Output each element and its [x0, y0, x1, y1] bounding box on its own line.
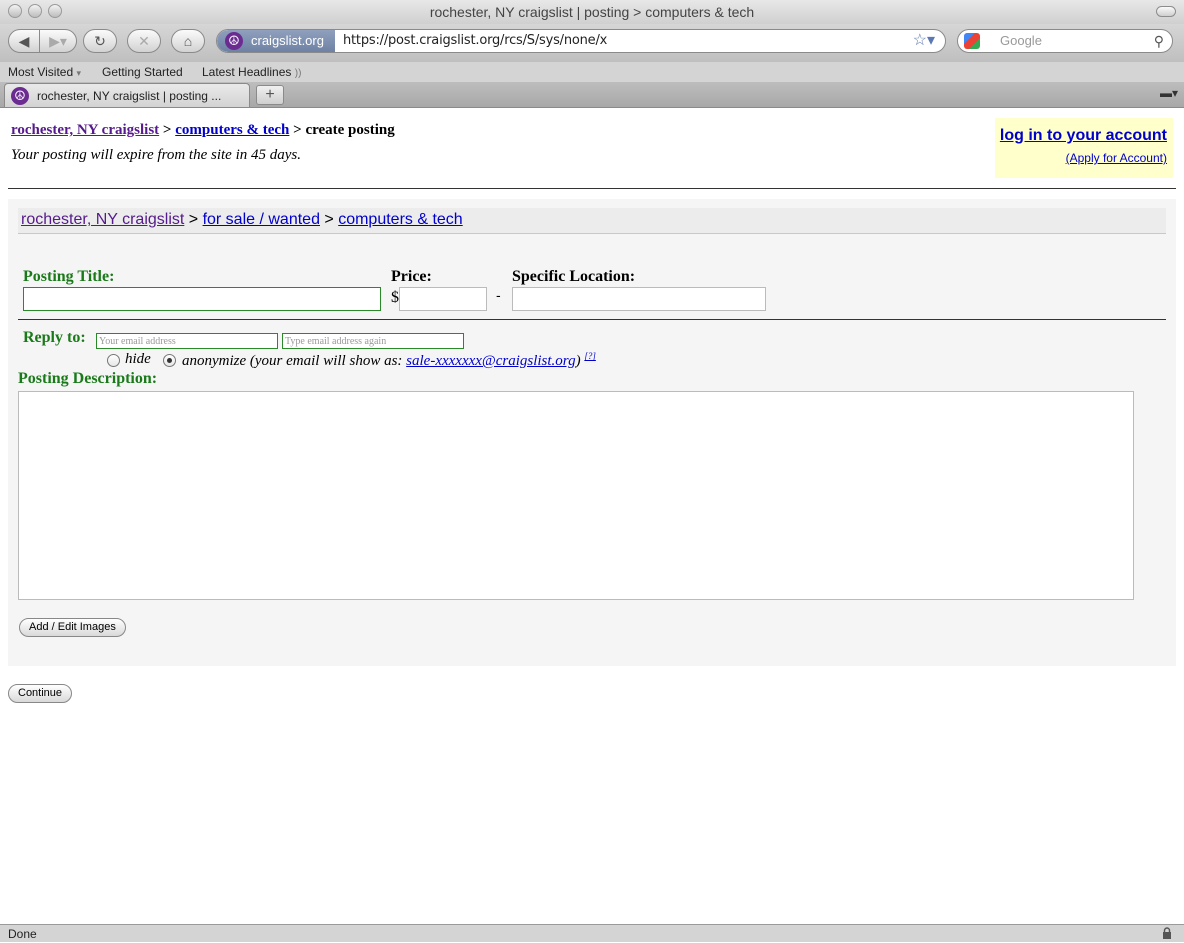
subcrumb-section-link[interactable]: for sale / wanted [203, 211, 320, 228]
account-box: log in to your account (Apply for Accoun… [995, 118, 1173, 178]
bookmark-star-icon[interactable]: ☆▾ [913, 30, 935, 52]
bookmarks-toolbar: Most Visited ▾ Getting Started Latest He… [0, 62, 1184, 82]
bookmark-latest-headlines-label: Latest Headlines [202, 65, 292, 79]
specific-location-input[interactable] [512, 287, 766, 311]
header-divider [8, 188, 1176, 189]
breadcrumb-site-link[interactable]: rochester, NY craigslist [11, 122, 159, 138]
tab-craigslist-posting[interactable]: ☮ rochester, NY craigslist | posting ... [4, 83, 250, 107]
search-placeholder: Google [1000, 33, 1042, 48]
navigation-toolbar: ◀ ▶▾ ↻ ✕ ⌂ ☮ craigslist.org https://post… [0, 24, 1184, 62]
stop-icon: ✕ [138, 33, 150, 49]
email-confirm-field[interactable] [282, 333, 464, 349]
tab-label: rochester, NY craigslist | posting ... [37, 89, 222, 103]
specific-location-label: Specific Location: [512, 268, 636, 285]
tab-strip: ☮ rochester, NY craigslist | posting ...… [0, 82, 1184, 108]
new-tab-button[interactable]: + [256, 85, 284, 105]
anonymize-prefix: anonymize (your email will show as: [182, 353, 407, 369]
anonymize-email-label: anonymize (your email will show as: sale… [182, 351, 596, 370]
home-icon: ⌂ [183, 33, 193, 49]
expiration-note: Your posting will expire from the site i… [11, 147, 302, 163]
reload-button[interactable]: ↻ [83, 29, 117, 53]
breadcrumb-separator: > [289, 122, 306, 138]
lock-icon[interactable] [1162, 927, 1172, 939]
bookmark-most-visited[interactable]: Most Visited ▾ [8, 62, 81, 83]
toolbar-toggle-icon[interactable] [1156, 6, 1176, 17]
minimize-window-icon[interactable] [28, 4, 42, 18]
stop-button[interactable]: ✕ [127, 29, 161, 53]
bookmark-getting-started[interactable]: Getting Started [102, 62, 183, 82]
subcrumb-separator: > [319, 211, 339, 228]
continue-button[interactable]: Continue [8, 684, 73, 703]
list-all-tabs-icon[interactable]: ▬▾ [1160, 86, 1178, 100]
window-title: rochester, NY craigslist | posting > com… [429, 4, 755, 20]
currency-symbol: $ [391, 289, 399, 306]
breadcrumb-current: create posting [305, 122, 395, 138]
posting-description-label: Posting Description: [18, 370, 158, 387]
posting-form-panel: rochester, NY craigslist > for sale / wa… [8, 199, 1176, 666]
breadcrumb-separator: > [159, 122, 176, 138]
site-identity-label: craigslist.org [251, 33, 324, 48]
anonymize-email-radio[interactable] [163, 354, 176, 367]
form-divider [18, 319, 1166, 320]
window-titlebar: rochester, NY craigslist | posting > com… [0, 0, 1184, 24]
google-search-engine-icon[interactable] [964, 33, 980, 49]
subcrumb-separator: > [184, 211, 203, 228]
email-field[interactable] [96, 333, 278, 349]
posting-title-label: Posting Title: [23, 268, 115, 285]
back-button[interactable]: ◀ [8, 29, 40, 53]
help-link[interactable]: [?] [584, 351, 596, 361]
posting-title-input[interactable] [23, 287, 381, 311]
close-window-icon[interactable] [8, 4, 22, 18]
search-icon[interactable]: ⚲ [1154, 30, 1164, 52]
breadcrumb: rochester, NY craigslist > computers & t… [11, 122, 395, 139]
bookmark-most-visited-label: Most Visited [8, 65, 74, 79]
hide-email-label: hide [125, 351, 151, 367]
subcrumb-site-link[interactable]: rochester, NY craigslist [21, 211, 184, 228]
reply-to-label: Reply to: [23, 329, 86, 346]
forward-arrow-icon: ▶▾ [49, 33, 67, 49]
tab-favicon-icon: ☮ [11, 87, 29, 105]
chevron-down-icon: ▾ [76, 68, 82, 78]
price-label: Price: [391, 268, 432, 285]
status-bar: Done [0, 924, 1184, 942]
status-text: Done [8, 927, 37, 941]
apply-for-account-link[interactable]: (Apply for Account) [995, 151, 1167, 165]
anonymized-email-link[interactable]: sale-xxxxxxx@craigslist.org [406, 353, 575, 369]
rss-feed-icon: )) [294, 68, 302, 79]
login-link[interactable]: log in to your account [995, 127, 1167, 145]
reload-icon: ↻ [94, 33, 106, 49]
site-identity-badge[interactable]: ☮ craigslist.org [217, 30, 335, 52]
zoom-window-icon[interactable] [48, 4, 62, 18]
subcrumb-category-link[interactable]: computers & tech [338, 211, 463, 228]
peace-sign-icon: ☮ [225, 32, 243, 50]
add-edit-images-button[interactable]: Add / Edit Images [19, 618, 126, 637]
price-location-separator: - [496, 287, 501, 303]
back-arrow-icon: ◀ [18, 33, 30, 49]
home-button[interactable]: ⌂ [171, 29, 205, 53]
bookmark-latest-headlines[interactable]: Latest Headlines )) [202, 62, 301, 84]
hide-email-radio[interactable] [107, 354, 120, 367]
address-bar[interactable]: ☮ craigslist.org https://post.craigslist… [216, 29, 946, 53]
category-breadcrumb: rochester, NY craigslist > for sale / wa… [18, 208, 1166, 234]
posting-description-textarea[interactable] [18, 391, 1134, 600]
price-input[interactable] [399, 287, 487, 311]
anonymize-suffix: ) [575, 353, 581, 369]
breadcrumb-category-link[interactable]: computers & tech [175, 122, 289, 138]
forward-button[interactable]: ▶▾ [39, 29, 77, 53]
url-text[interactable]: https://post.craigslist.org/rcs/S/sys/no… [343, 30, 607, 52]
search-box[interactable]: Google ⚲ [957, 29, 1173, 53]
